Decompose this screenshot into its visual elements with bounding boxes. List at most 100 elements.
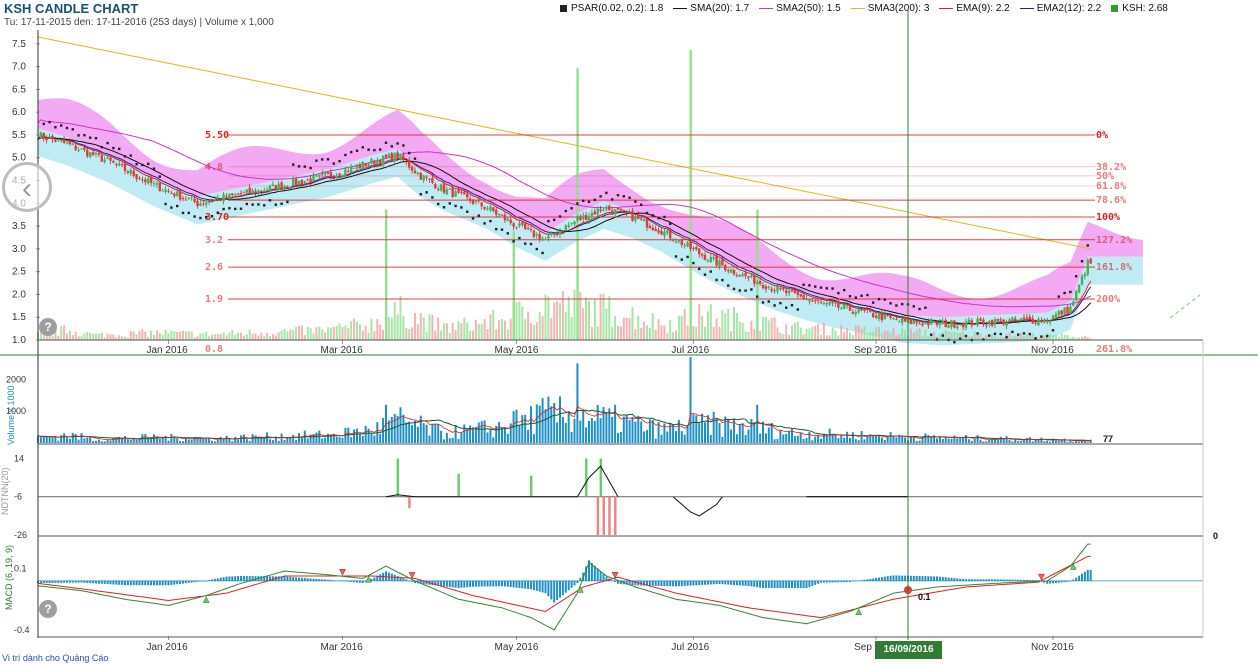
- macd-histogram-bar: [83, 580, 86, 583]
- macd-histogram-bar: [727, 580, 730, 585]
- price-volume-bar: [141, 329, 144, 340]
- volume-bar: [237, 439, 240, 443]
- psar-dot: [570, 207, 573, 210]
- price-volume-bar: [738, 321, 741, 340]
- macd-histogram-bar: [811, 580, 814, 586]
- volume-bar: [437, 423, 440, 443]
- price-volume-bar: [875, 327, 878, 340]
- volume-bar: [880, 437, 883, 443]
- macd-histogram-bar: [941, 577, 944, 581]
- price-volume-bar: [298, 325, 300, 340]
- volume-bar: [1060, 440, 1063, 443]
- volume-bar: [373, 435, 376, 443]
- psar-dot: [60, 124, 63, 127]
- candle-body: [54, 140, 57, 142]
- candle-body: [463, 192, 466, 195]
- volume-bar: [1025, 437, 1028, 443]
- volume-bar: [854, 439, 857, 443]
- candle-body: [45, 137, 48, 141]
- psar-dot: [245, 202, 248, 206]
- macd-histogram-bar: [121, 580, 124, 585]
- price-volume-bar: [321, 329, 324, 340]
- price-volume-bar: [234, 334, 237, 340]
- candle-body: [80, 148, 83, 150]
- psar-dot: [489, 219, 492, 223]
- candle-body: [1014, 318, 1017, 321]
- volume-bar: [440, 430, 443, 443]
- price-volume-bar: [318, 326, 321, 340]
- macd-histogram-bar: [124, 580, 126, 586]
- price-volume-bar: [640, 327, 643, 340]
- macd-histogram-bar: [483, 580, 486, 587]
- macd-histogram-bar: [1014, 579, 1017, 581]
- price-volume-bar: [860, 329, 863, 340]
- candle-body: [793, 289, 797, 293]
- price-volume-bar: [219, 334, 222, 340]
- price-volume-bar: [80, 336, 83, 340]
- price-volume-bar: [167, 333, 170, 340]
- macd-histogram-bar: [242, 575, 245, 581]
- candle-body: [1011, 317, 1014, 321]
- volume-bar: [999, 436, 1002, 443]
- psar-dot: [141, 163, 144, 167]
- macd-buy-marker: [202, 596, 210, 603]
- price-volume-bar: [460, 323, 463, 340]
- price-volume-bar: [634, 329, 637, 340]
- volume-bar: [985, 441, 988, 443]
- candle-body: [814, 300, 817, 302]
- candle-body: [344, 169, 347, 177]
- psar-dot: [234, 207, 237, 211]
- price-volume-bar: [341, 327, 344, 340]
- candle-body: [1034, 322, 1037, 324]
- x-tick-label: Jan 2016: [147, 642, 189, 653]
- fib-level-label: 161.8%: [1096, 262, 1132, 273]
- stock-chart[interactable]: 1.01.52.02.53.03.54.04.55.05.56.06.57.07…: [0, 0, 1258, 665]
- macd-histogram-bar: [991, 579, 994, 581]
- volume-bar: [788, 430, 791, 443]
- psar-dot: [396, 142, 399, 145]
- price-volume-bar: [118, 335, 121, 340]
- psar-dot: [848, 295, 852, 298]
- psar-dot: [709, 270, 712, 273]
- macd-histogram-bar: [1034, 580, 1037, 581]
- price-volume-bar: [222, 332, 225, 340]
- psar-dot: [495, 227, 498, 231]
- candle-body: [445, 189, 449, 195]
- volume-bar: [741, 423, 744, 443]
- macd-histogram-bar: [909, 575, 912, 581]
- help-icon[interactable]: ?: [39, 600, 57, 618]
- price-volume-bar: [414, 312, 416, 340]
- volume-bar: [834, 434, 837, 443]
- volume-bar: [811, 440, 814, 443]
- candle-body: [309, 178, 312, 183]
- macd-histogram-bar: [764, 580, 767, 588]
- volume-bar: [724, 416, 727, 443]
- price-volume-bar: [109, 334, 112, 340]
- volume-bar: [883, 439, 886, 443]
- macd-histogram-bar: [950, 577, 953, 581]
- price-volume-bar: [869, 332, 872, 340]
- candle-body: [959, 324, 962, 326]
- help-icon[interactable]: ?: [39, 318, 57, 336]
- price-volume-bar: [675, 330, 677, 340]
- macd-histogram-bar: [182, 580, 184, 584]
- candle-body: [570, 222, 573, 224]
- price-volume-bar: [820, 335, 822, 340]
- candle-body: [645, 219, 649, 228]
- psar-dot: [158, 175, 161, 178]
- psar-dot: [413, 157, 417, 160]
- macd-histogram-bar: [248, 576, 251, 581]
- price-volume-bar: [240, 332, 242, 340]
- candle-body: [364, 163, 367, 167]
- macd-histogram-bar: [199, 580, 202, 582]
- candle-body: [758, 280, 762, 285]
- candle-body: [373, 160, 376, 165]
- volume-bar: [692, 414, 695, 443]
- macd-histogram-bar: [173, 580, 176, 585]
- macd-histogram-bar: [60, 580, 63, 583]
- candle-body: [857, 308, 860, 313]
- macd-histogram-bar: [309, 578, 312, 581]
- candle-body: [822, 303, 826, 305]
- chevron-left-icon[interactable]: ‹: [2, 162, 52, 212]
- psar-dot: [680, 258, 683, 261]
